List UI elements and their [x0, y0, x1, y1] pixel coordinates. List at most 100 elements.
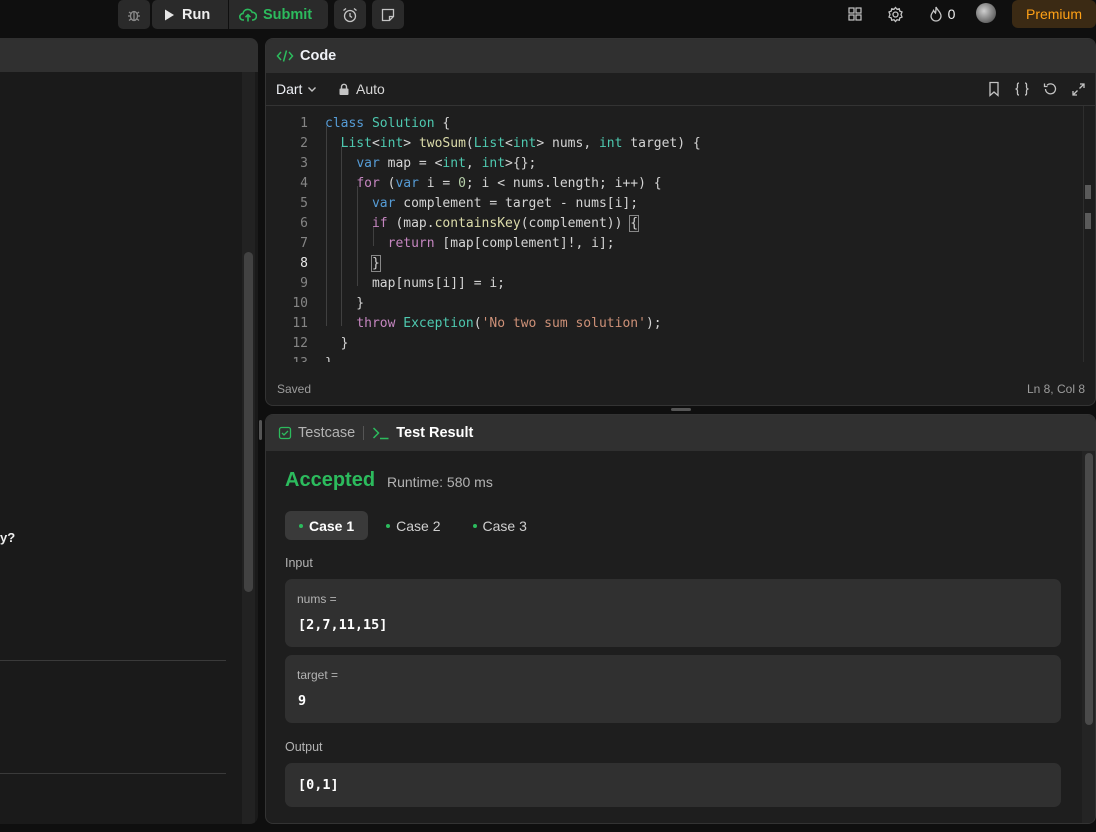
line-number: 1	[300, 116, 308, 131]
run-button[interactable]: Run	[152, 0, 228, 29]
case-label: Case 1	[309, 517, 355, 534]
code-text: for (var i = 0; i < nums.length; i++) {	[356, 176, 662, 191]
debug-icon	[128, 10, 140, 21]
code-text: map[nums[i]] = i;	[325, 276, 506, 291]
code-text: var map = <int, int>{};	[356, 156, 537, 171]
code-line: 11 throw Exception('No two sum solution'…	[266, 314, 1084, 334]
case-tab-2[interactable]: Case 2	[372, 511, 454, 540]
language-select[interactable]: Dart	[276, 81, 318, 97]
tab-testcase-label: Testcase	[298, 425, 356, 441]
code-text: var complement = target - nums[i];	[371, 196, 639, 211]
undo-icon	[1043, 83, 1057, 95]
auto-mode[interactable]: Auto	[338, 81, 385, 97]
horizontal-resize-handle[interactable]	[671, 408, 691, 411]
streak-counter[interactable]: 0	[924, 4, 960, 24]
code-header: Code	[266, 39, 1095, 73]
code-panel: Code Dart Auto 1 class Solution { 2 List<…	[265, 38, 1096, 406]
line-number: 13	[266, 354, 308, 362]
tab-test-result[interactable]: Test Result	[372, 425, 473, 441]
nums-label: nums =	[297, 592, 337, 606]
vertical-resize-handle[interactable]	[259, 420, 262, 440]
cursor-position: Ln 8, Col 8	[1026, 382, 1085, 396]
line-number: 10	[292, 296, 308, 311]
case-tab-1[interactable]: Case 1	[285, 511, 369, 540]
mode-label: Auto	[356, 81, 385, 97]
editor-scrollbar[interactable]	[1083, 106, 1095, 362]
scrollbar-marker	[1085, 213, 1091, 229]
code-footer: Saved Ln 8, Col 8	[266, 375, 1095, 405]
output-value: [0,1]	[298, 777, 339, 793]
pass-dot	[299, 523, 303, 528]
cloud-upload-icon	[239, 8, 257, 21]
test-panel: Testcase Test Result Accepted Runtime: 5…	[265, 414, 1096, 824]
pass-dot	[472, 523, 477, 528]
line-number: 5	[300, 196, 308, 211]
tab-testcase[interactable]: Testcase	[278, 425, 355, 441]
debug-button[interactable]	[118, 0, 150, 29]
test-scrollbar[interactable]	[1085, 453, 1093, 725]
top-bar: Run Submit 0 Premium	[0, 0, 1096, 32]
description-text-fragment: y?	[0, 530, 16, 545]
line-number: 11	[292, 316, 308, 331]
checkbox-icon	[278, 426, 292, 440]
settings-icon	[887, 5, 903, 23]
format-button[interactable]	[1013, 80, 1031, 98]
divider	[0, 660, 226, 661]
tab-test-result-label: Test Result	[396, 425, 474, 441]
code-line: 6 if (map.containsKey(complement)) {	[266, 214, 1084, 234]
line-number: 4	[300, 176, 308, 191]
save-status: Saved	[277, 382, 312, 396]
premium-button[interactable]: Premium	[1012, 0, 1096, 28]
output-box: [0,1]	[285, 763, 1061, 807]
case-tab-3[interactable]: Case 3	[459, 511, 541, 540]
submit-label: Submit	[263, 6, 313, 23]
pass-dot	[386, 523, 391, 528]
submit-button[interactable]: Submit	[229, 0, 328, 29]
code-icon	[276, 50, 294, 62]
run-label: Run	[182, 6, 211, 23]
code-text: }	[370, 255, 381, 272]
terminal-icon	[373, 427, 389, 440]
code-text: }	[325, 354, 333, 362]
settings-button[interactable]	[886, 4, 904, 24]
braces-icon	[1015, 82, 1029, 96]
nums-value: [2,7,11,15]	[298, 617, 388, 633]
code-text: return [map[complement]!, i];	[387, 236, 615, 251]
code-line: 13}	[266, 354, 1084, 362]
description-scrollbar[interactable]	[244, 252, 253, 592]
timer-button[interactable]	[334, 0, 366, 29]
line-number: 12	[292, 336, 308, 351]
reset-button[interactable]	[1041, 80, 1059, 98]
layout-button[interactable]	[846, 4, 864, 24]
code-title: Code	[300, 48, 337, 64]
code-line: 12 }	[266, 334, 1084, 354]
tab-divider	[363, 426, 365, 440]
code-line: 9 map[nums[i]] = i;	[266, 274, 1084, 294]
code-line: 5 var complement = target - nums[i];	[266, 194, 1084, 214]
runtime: Runtime: 580 ms	[387, 474, 493, 490]
chevron-down-icon	[308, 87, 317, 92]
fullscreen-button[interactable]	[1069, 80, 1087, 98]
code-line: 8 }	[266, 254, 1084, 274]
notes-button[interactable]	[372, 0, 404, 29]
code-line: 10 }	[266, 294, 1084, 314]
grid-icon	[848, 7, 862, 21]
alarm-icon	[343, 7, 357, 22]
play-icon	[165, 9, 174, 20]
code-text: throw Exception('No two sum solution');	[356, 316, 662, 331]
code-text: }	[325, 336, 349, 351]
code-toolbar: Dart Auto	[266, 73, 1095, 106]
line-number: 6	[300, 216, 308, 231]
code-text: class Solution {	[325, 116, 451, 131]
input-label: Input	[285, 556, 313, 570]
target-label: target =	[297, 668, 339, 682]
divider	[0, 773, 226, 774]
verdict: Accepted	[285, 469, 376, 491]
avatar[interactable]	[976, 3, 996, 23]
editor-tools	[985, 80, 1087, 98]
nums-box: nums = [2,7,11,15]	[285, 579, 1061, 647]
premium-label: Premium	[1025, 6, 1082, 22]
bookmark-button[interactable]	[985, 80, 1003, 98]
code-editor[interactable]: 1 class Solution { 2 List<int> twoSum(Lis…	[266, 106, 1084, 362]
expand-icon	[1071, 82, 1085, 96]
